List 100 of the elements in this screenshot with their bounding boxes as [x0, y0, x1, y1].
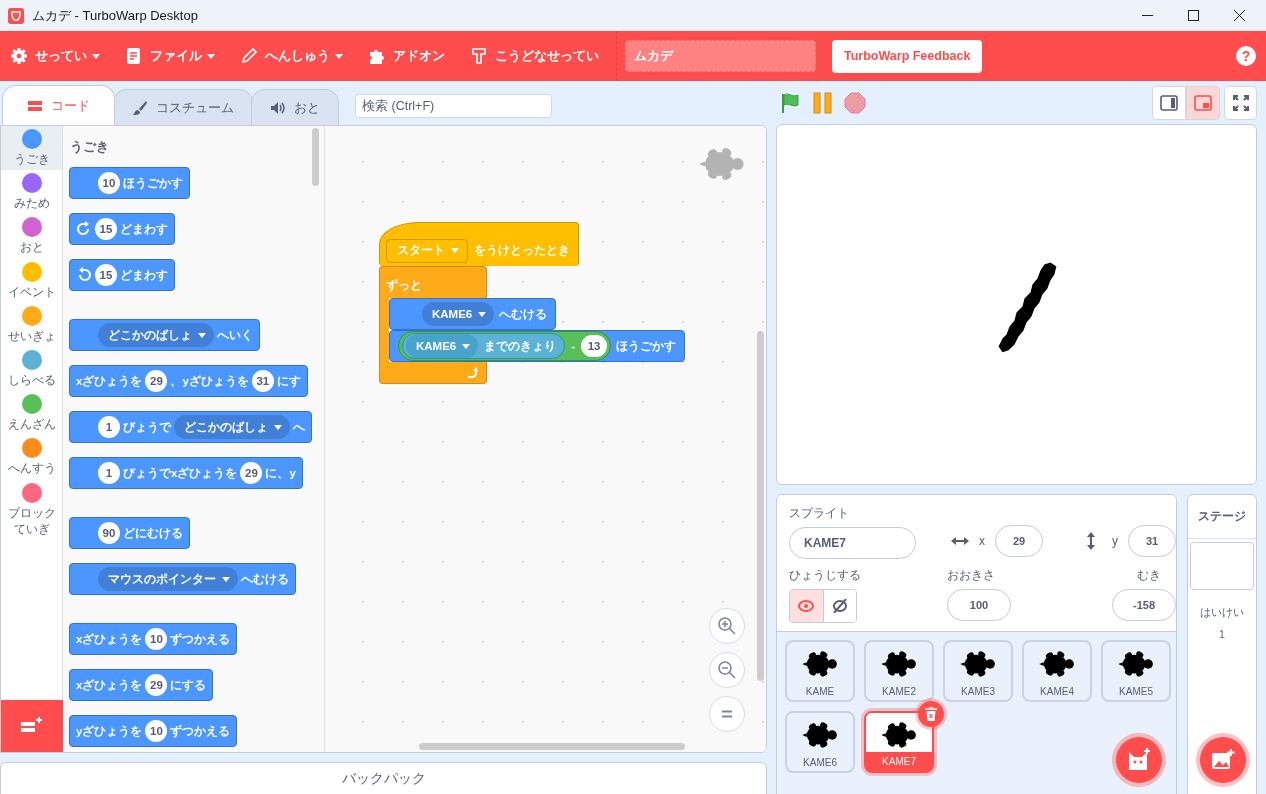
number-input[interactable]: 29 — [145, 674, 168, 696]
operator-block[interactable]: KAME6 までのきょり - 13 — [398, 331, 612, 361]
x-field[interactable]: 29 — [995, 525, 1043, 557]
sprite-name-field[interactable]: KAME7 — [789, 527, 916, 559]
code-block[interactable]: 90 どにむける — [69, 517, 190, 549]
code-block[interactable]: yざひょうを 10 ずつかえる — [69, 715, 238, 747]
y-field[interactable]: 31 — [1128, 525, 1176, 557]
block-label: - — [571, 340, 576, 352]
stage-layout-button[interactable] — [1186, 85, 1220, 120]
number-input[interactable]: 10 — [98, 172, 120, 194]
menu-item[interactable]: アドオン — [368, 47, 445, 65]
number-input[interactable]: 29 — [240, 462, 263, 484]
block-dropdown[interactable]: KAME6 — [422, 302, 495, 326]
delete-button[interactable] — [918, 701, 944, 727]
sprite-tile[interactable]: KAME7 — [864, 711, 934, 773]
equals-icon — [721, 710, 733, 718]
number-input[interactable]: 10 — [145, 628, 168, 650]
menu-item[interactable]: こうどなせってい — [470, 47, 599, 65]
code-block[interactable]: xざひょうを 29 にする — [69, 669, 214, 701]
number-input[interactable]: 90 — [98, 522, 120, 544]
feedback-button[interactable]: TurboWarp Feedback — [832, 39, 983, 73]
block-label: にする — [170, 677, 207, 693]
block-label: へ — [293, 419, 305, 435]
stage-layout-button[interactable] — [1152, 85, 1186, 120]
code-block[interactable]: 1 びょうで どこかのばしょ へ — [69, 411, 312, 443]
menu-item[interactable]: せってい — [10, 47, 100, 65]
loop-arrow-icon — [466, 366, 478, 379]
forever-block[interactable]: ずっと KAME6 へむける KAME6 までのきょり - 13 ほうごかす — [379, 266, 686, 384]
backdrop-count: 1 — [1219, 628, 1225, 640]
brush-icon — [132, 99, 148, 116]
code-block[interactable]: どこかのばしょ へいく — [69, 319, 260, 351]
number-input[interactable]: 31 — [251, 370, 274, 392]
code-block[interactable]: 15 どまわす — [69, 213, 175, 245]
category-item[interactable]: へんすう — [1, 435, 62, 480]
fullscreen-button[interactable] — [1224, 85, 1257, 120]
sprite-tile[interactable]: KAME2 — [864, 640, 934, 702]
hide-button[interactable] — [822, 590, 856, 622]
editor-tab[interactable]: おと — [251, 89, 339, 125]
zoom-reset-button[interactable] — [709, 696, 745, 732]
category-item[interactable]: うごき — [1, 126, 62, 171]
category-item[interactable]: おと — [1, 214, 62, 259]
code-block[interactable]: KAME6 までのきょり - 13 ほうごかす — [389, 330, 686, 362]
size-field[interactable]: 100 — [947, 589, 1011, 621]
menu-item[interactable]: へんしゅう — [240, 47, 343, 65]
category-item[interactable]: えんざん — [1, 391, 62, 436]
code-block[interactable]: KAME6 へむける — [389, 298, 557, 330]
code-block[interactable]: xざひょうを 10 ずつかえる — [69, 623, 238, 655]
zoom-in-icon — [717, 616, 737, 636]
number-input[interactable]: 15 — [95, 218, 117, 240]
turtle-icon — [959, 649, 997, 679]
category-item[interactable]: みため — [1, 170, 62, 215]
block-label: びょうでxざひょうを — [123, 465, 238, 481]
number-input[interactable]: 1 — [98, 416, 120, 438]
category-item[interactable]: しらべる — [1, 346, 62, 392]
sprite-tile[interactable]: KAME4 — [1022, 640, 1092, 702]
editor-tab[interactable]: コード — [2, 85, 115, 125]
eye-icon — [797, 599, 816, 613]
code-block[interactable]: 10 ほうごかす — [69, 167, 190, 199]
code-block[interactable]: xざひょうを 29 、yざひょうを 31 にす — [69, 365, 308, 397]
block-dropdown[interactable]: どこかのばしょ — [174, 415, 290, 439]
sprite-tile[interactable]: KAME — [785, 640, 855, 702]
number-input[interactable]: 10 — [145, 720, 168, 742]
category-item[interactable]: イベント — [1, 258, 62, 303]
document-icon — [125, 47, 143, 65]
maximize-icon — [1187, 10, 1199, 21]
zoom-out-icon — [717, 660, 737, 680]
vertical-arrows-icon — [1086, 532, 1096, 550]
direction-field[interactable]: -158 — [1112, 589, 1176, 621]
code-block[interactable]: 15 どまわす — [69, 259, 175, 291]
window-title: ムカデ - TurboWarp Desktop — [32, 6, 199, 25]
caret-icon — [335, 53, 343, 59]
number-input[interactable]: 29 — [145, 370, 168, 392]
stop-icon — [844, 91, 866, 114]
add-extension-button[interactable] — [1, 700, 63, 752]
show-button[interactable] — [790, 590, 823, 622]
block-dropdown[interactable]: どこかのばしょ — [98, 323, 214, 347]
caret-icon — [222, 576, 230, 582]
number-input[interactable]: 13 — [581, 335, 608, 357]
block-label: ずつかえる — [170, 631, 231, 647]
turn-left-icon — [76, 267, 92, 283]
sprite-tile[interactable]: KAME6 — [785, 711, 855, 773]
sprite-tile[interactable]: KAME3 — [943, 640, 1013, 702]
category-item[interactable]: ブロックていぎ — [1, 479, 62, 540]
number-input[interactable]: 1 — [98, 462, 120, 484]
add-sprite-button[interactable] — [1116, 737, 1162, 783]
caret-icon — [92, 53, 100, 59]
zoom-out-button[interactable] — [709, 652, 745, 688]
search-field[interactable]: 検索 (Ctrl+F) — [355, 94, 552, 118]
help-button[interactable]: ? — [1236, 46, 1256, 66]
sprite-tile[interactable]: KAME5 — [1101, 640, 1171, 702]
code-block[interactable]: マウスのポインター へむける — [69, 563, 296, 595]
category-item[interactable]: せいぎょ — [1, 302, 62, 347]
menu-item[interactable]: ファイル — [125, 47, 215, 65]
number-input[interactable]: 15 — [95, 264, 117, 286]
field-label: おおきさ — [947, 567, 996, 584]
block-dropdown[interactable]: マウスのポインター — [98, 567, 238, 591]
zoom-in-button[interactable] — [709, 608, 745, 644]
add-backdrop-button[interactable] — [1200, 737, 1246, 783]
code-block[interactable]: 1 びょうでxざひょうを 29 に、y — [69, 457, 303, 489]
editor-tab[interactable]: コスチューム — [113, 89, 253, 125]
